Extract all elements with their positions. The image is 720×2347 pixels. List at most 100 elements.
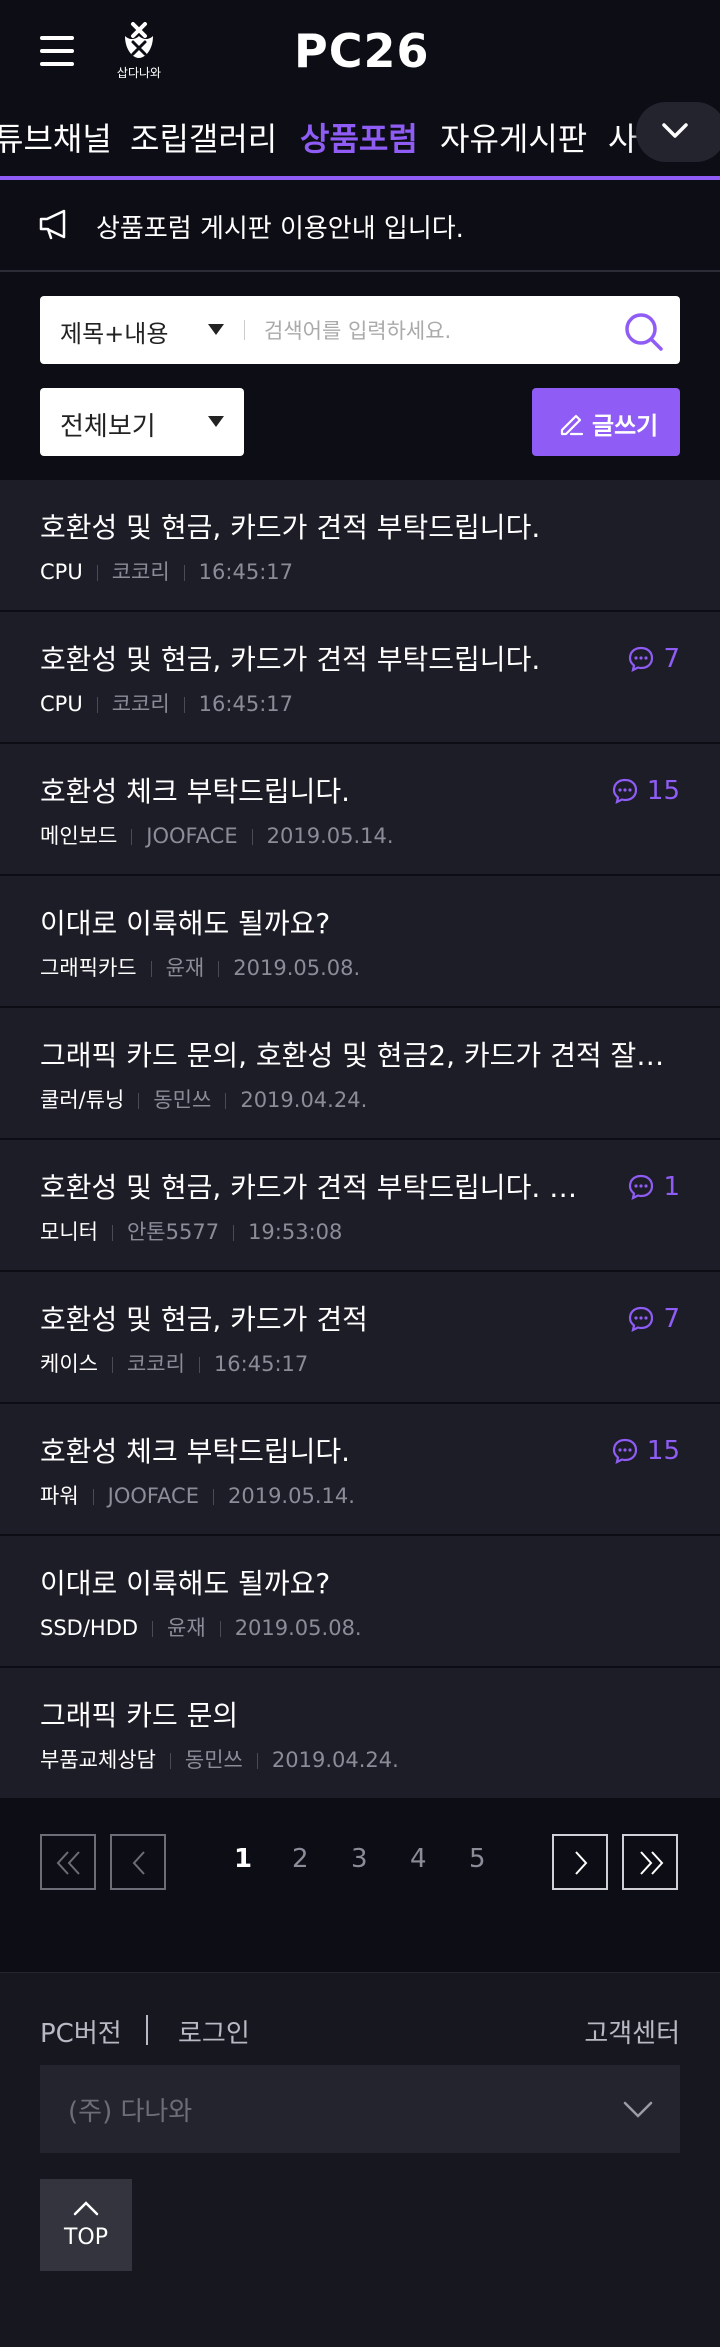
post-date: 2019.05.08. [234,1616,362,1640]
category-tabs: 튜브채널 조립갤러리 상품포럼 자유게시판 사 [0,100,720,180]
post-date: 16:45:17 [213,1352,309,1376]
post-row[interactable]: 이대로 이륙해도 될까요? SSD/HDD 윤재 2019.05.08. [0,1536,720,1668]
comment-count-value: 15 [646,776,680,806]
chevron-right-icon [575,1851,588,1875]
post-date: 19:53:08 [248,1220,343,1244]
post-author: 동민쓰 [153,1088,212,1112]
post-meta: 케이스 코코리 16:45:17 [40,1348,308,1378]
search-field-select[interactable]: 제목+내용 [60,314,168,349]
comment-count: 7 [627,1304,680,1334]
post-row[interactable]: 그래픽 카드 문의 부품교체상담 동민쓰 2019.04.24. [0,1668,720,1800]
brand-title[interactable]: PC26 [294,24,430,78]
post-category: 파워 [40,1484,79,1508]
comment-count: 1 [627,1172,680,1202]
post-title[interactable]: 호환성 및 현금, 카드가 견적 부탁드립니다. 호환성 체크 [40,1166,600,1206]
last-page-button[interactable] [622,1834,678,1890]
company-name: (주) 다나와 [68,2097,193,2127]
double-chevron-left-icon [56,1851,80,1875]
prev-page-button[interactable] [110,1834,166,1890]
search-bar: 제목+내용 [40,296,680,364]
comment-icon [629,646,654,673]
notice-text: 상품포럼 게시판 이용안내 입니다. [96,214,464,244]
post-row[interactable]: 호환성 및 현금, 카드가 견적 부탁드립니다. CPU 코코리 16:45:17 … [0,612,720,744]
post-meta: CPU 코코리 16:45:17 [40,688,293,718]
post-meta: 쿨러/튜닝 동민쓰 2019.04.24. [40,1084,367,1114]
page-number[interactable]: 4 [410,1844,427,1874]
post-title[interactable]: 그래픽 카드 문의 [40,1694,680,1734]
scroll-top-button[interactable]: TOP [40,2179,132,2271]
chevron-left-icon [132,1851,145,1875]
post-row[interactable]: 호환성 체크 부탁드립니다. 파워 JOOFACE 2019.05.14. 15 [0,1404,720,1536]
post-row[interactable]: 호환성 체크 부탁드립니다. 메인보드 JOOFACE 2019.05.14. 15 [0,744,720,876]
post-date: 2019.05.08. [233,956,361,980]
post-date: 2019.05.14. [227,1484,355,1508]
comment-count-value: 7 [663,644,680,674]
tab-product-forum[interactable]: 상품포럼 [300,114,418,160]
post-author: 코코리 [111,560,170,584]
page-number[interactable]: 1 [234,1844,252,1874]
chevron-up-icon [73,2201,99,2216]
page-number[interactable]: 5 [469,1844,486,1874]
comment-count-value: 15 [646,1436,680,1466]
company-info-toggle[interactable]: (주) 다나와 [40,2065,680,2153]
pc-version-link[interactable]: PC버전 [40,2013,122,2050]
post-title[interactable]: 이대로 이륙해도 될까요? [40,902,680,942]
search-input[interactable] [262,312,636,350]
filter-label: 전체보기 [60,412,156,442]
chevron-down-icon [623,2101,653,2118]
post-title[interactable]: 이대로 이륙해도 될까요? [40,1562,680,1602]
post-row[interactable]: 그래픽 카드 문의, 호환성 및 현금2, 카드가 견적 잘부탁드립니다 쿨러/… [0,1008,720,1140]
post-row[interactable]: 호환성 및 현금, 카드가 견적 부탁드립니다. 호환성 체크 모니터 안톤557… [0,1140,720,1272]
post-row[interactable]: 호환성 및 현금, 카드가 견적 케이스 코코리 16:45:17 7 [0,1272,720,1404]
post-author: 윤재 [167,1616,206,1640]
comment-icon [629,1174,654,1201]
post-title[interactable]: 호환성 및 현금, 카드가 견적 [40,1298,600,1338]
double-chevron-right-icon [640,1851,664,1875]
comment-icon [629,1306,654,1333]
post-author: 코코리 [126,1352,185,1376]
tab-free-board[interactable]: 자유게시판 [440,114,587,160]
post-title[interactable]: 호환성 체크 부탁드립니다. [40,770,600,810]
first-page-button[interactable] [40,1834,96,1890]
logo-icon [125,22,153,58]
logo-text: 삽다나와 [116,66,162,80]
tab-build-gallery[interactable]: 조립갤러리 [130,114,277,160]
post-meta: CPU 코코리 16:45:17 [40,556,293,586]
post-category: CPU [40,692,83,716]
filter-select[interactable]: 전체보기 [40,388,244,456]
post-author: 윤재 [165,956,205,980]
post-list: 호환성 및 현금, 카드가 견적 부탁드립니다. CPU 코코리 16:45:17 … [0,480,720,1800]
comment-count: 15 [611,1436,680,1466]
site-logo[interactable]: 삽다나와 [104,22,174,82]
post-title[interactable]: 그래픽 카드 문의, 호환성 및 현금2, 카드가 견적 잘부탁드립니다 [40,1034,680,1074]
post-row[interactable]: 이대로 이륙해도 될까요? 그래픽카드 윤재 2019.05.08. [0,876,720,1008]
post-date: 16:45:17 [198,560,293,584]
write-button-label: 글쓰기 [592,412,659,440]
pencil-icon [560,414,584,436]
tab-tube-channel[interactable]: 튜브채널 [0,114,112,160]
post-row[interactable]: 호환성 및 현금, 카드가 견적 부탁드립니다. CPU 코코리 16:45:17 [0,480,720,612]
post-title[interactable]: 호환성 및 현금, 카드가 견적 부탁드립니다. [40,506,680,546]
next-page-button[interactable] [552,1834,608,1890]
post-author: JOOFACE [146,824,238,848]
notice-bar[interactable]: 상품포럼 게시판 이용안내 입니다. [0,180,720,272]
comment-count-value: 1 [663,1172,680,1202]
menu-icon[interactable] [40,36,74,66]
post-author: JOOFACE [107,1484,199,1508]
post-title[interactable]: 호환성 체크 부탁드립니다. [40,1430,600,1470]
comment-icon [612,778,638,805]
customer-center-link[interactable]: 고객센터 [584,2013,680,2050]
search-icon[interactable] [620,308,666,354]
page-number[interactable]: 3 [351,1844,368,1874]
post-author: 동민쓰 [184,1748,243,1772]
divider [244,320,245,340]
post-title[interactable]: 호환성 및 현금, 카드가 견적 부탁드립니다. [40,638,600,678]
page-number[interactable]: 2 [292,1844,309,1874]
comment-count-value: 7 [663,1304,680,1334]
login-link[interactable]: 로그인 [178,2013,250,2050]
write-button[interactable]: 글쓰기 [532,388,680,456]
divider [146,2015,148,2045]
site-footer: PC버전 로그인 고객센터 (주) 다나와 TOP [0,1972,720,2347]
post-category: 모니터 [40,1220,98,1244]
tabs-expand-button[interactable] [630,100,720,176]
